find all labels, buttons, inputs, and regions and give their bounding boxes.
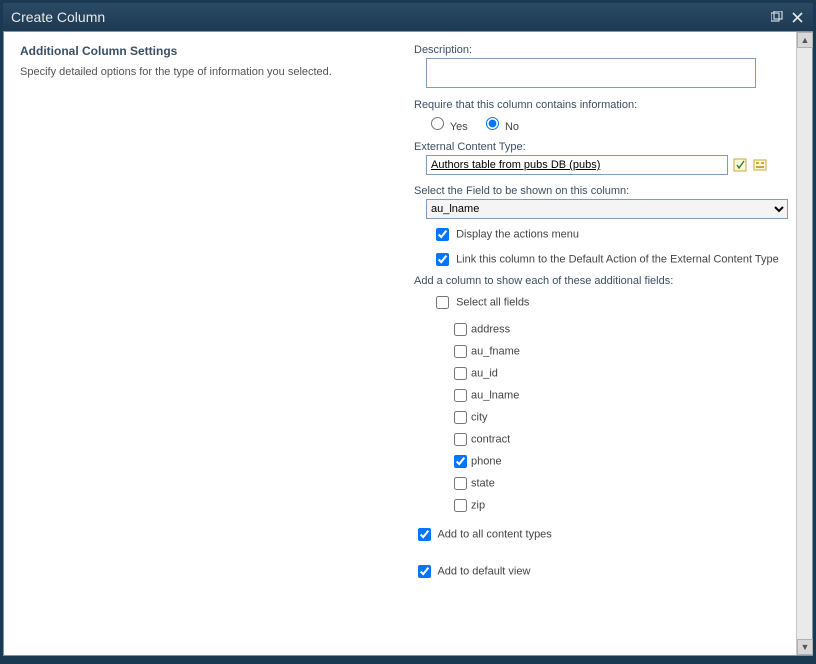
field-row-au_fname[interactable]: au_fname <box>450 342 788 361</box>
select-all-row[interactable]: Select all fields <box>432 293 788 312</box>
field-label-au_lname: au_lname <box>471 389 519 401</box>
display-actions-checkbox[interactable] <box>436 228 449 241</box>
scroll-up-icon[interactable]: ▲ <box>797 32 813 48</box>
left-pane: Additional Column Settings Specify detai… <box>4 32 406 655</box>
section-description: Specify detailed options for the type of… <box>20 66 390 78</box>
vertical-scrollbar[interactable]: ▲ ▼ <box>796 32 812 655</box>
select-all-checkbox[interactable] <box>436 296 449 309</box>
maximize-icon[interactable] <box>769 9 785 25</box>
field-label-state: state <box>471 477 495 489</box>
field-checkbox-au_fname[interactable] <box>454 345 467 358</box>
browse-entity-icon[interactable] <box>752 157 768 173</box>
right-pane: Description: Require that this column co… <box>406 32 812 655</box>
field-label-city: city <box>471 411 488 423</box>
field-row-state[interactable]: state <box>450 474 788 493</box>
field-label-address: address <box>471 323 510 335</box>
display-actions-label: Display the actions menu <box>456 228 579 240</box>
field-row-city[interactable]: city <box>450 408 788 427</box>
titlebar: Create Column <box>3 3 813 31</box>
add-fields-label: Add a column to show each of these addit… <box>414 275 788 287</box>
add-default-view-label: Add to default view <box>437 565 530 577</box>
close-icon[interactable] <box>789 9 805 25</box>
field-label-zip: zip <box>471 499 485 511</box>
no-label: No <box>505 121 519 133</box>
require-label: Require that this column contains inform… <box>414 99 788 111</box>
add-all-content-types-checkbox[interactable] <box>418 528 431 541</box>
select-field-label: Select the Field to be shown on this col… <box>414 185 788 197</box>
section-title: Additional Column Settings <box>20 44 390 58</box>
field-checkbox-contract[interactable] <box>454 433 467 446</box>
require-yes-option[interactable]: Yes <box>426 121 468 133</box>
add-all-content-types-row[interactable]: Add to all content types <box>414 525 788 544</box>
field-checkbox-city[interactable] <box>454 411 467 424</box>
field-checkbox-au_id[interactable] <box>454 367 467 380</box>
field-checkbox-address[interactable] <box>454 323 467 336</box>
display-actions-row[interactable]: Display the actions menu <box>432 225 788 244</box>
scroll-down-icon[interactable]: ▼ <box>797 639 813 655</box>
description-label: Description: <box>414 44 788 56</box>
require-yes-radio[interactable] <box>431 117 444 130</box>
check-entity-icon[interactable] <box>732 157 748 173</box>
field-label-contract: contract <box>471 433 510 445</box>
add-default-view-row[interactable]: Add to default view <box>414 562 788 581</box>
dialog-body: Additional Column Settings Specify detai… <box>3 31 813 656</box>
description-textarea[interactable] <box>426 58 756 88</box>
field-row-zip[interactable]: zip <box>450 496 788 515</box>
link-default-checkbox[interactable] <box>436 253 449 266</box>
link-default-row[interactable]: Link this column to the Default Action o… <box>432 250 788 269</box>
field-row-au_id[interactable]: au_id <box>450 364 788 383</box>
add-all-content-types-label: Add to all content types <box>437 528 551 540</box>
window-title: Create Column <box>11 9 765 25</box>
field-row-address[interactable]: address <box>450 320 788 339</box>
link-default-label: Link this column to the Default Action o… <box>456 253 779 265</box>
field-checkbox-state[interactable] <box>454 477 467 490</box>
field-label-phone: phone <box>471 455 502 467</box>
field-checkbox-zip[interactable] <box>454 499 467 512</box>
field-row-contract[interactable]: contract <box>450 430 788 449</box>
field-label-au_id: au_id <box>471 367 498 379</box>
add-default-view-checkbox[interactable] <box>418 565 431 578</box>
field-select[interactable]: au_lname <box>426 199 788 219</box>
select-all-label: Select all fields <box>456 296 529 308</box>
yes-label: Yes <box>450 121 468 133</box>
field-checkbox-phone[interactable] <box>454 455 467 468</box>
external-content-type-input[interactable] <box>426 155 728 175</box>
field-row-phone[interactable]: phone <box>450 452 788 471</box>
field-row-au_lname[interactable]: au_lname <box>450 386 788 405</box>
field-label-au_fname: au_fname <box>471 345 520 357</box>
require-no-option[interactable]: No <box>481 121 519 133</box>
field-checkbox-au_lname[interactable] <box>454 389 467 402</box>
ect-label: External Content Type: <box>414 141 788 153</box>
require-no-radio[interactable] <box>486 117 499 130</box>
